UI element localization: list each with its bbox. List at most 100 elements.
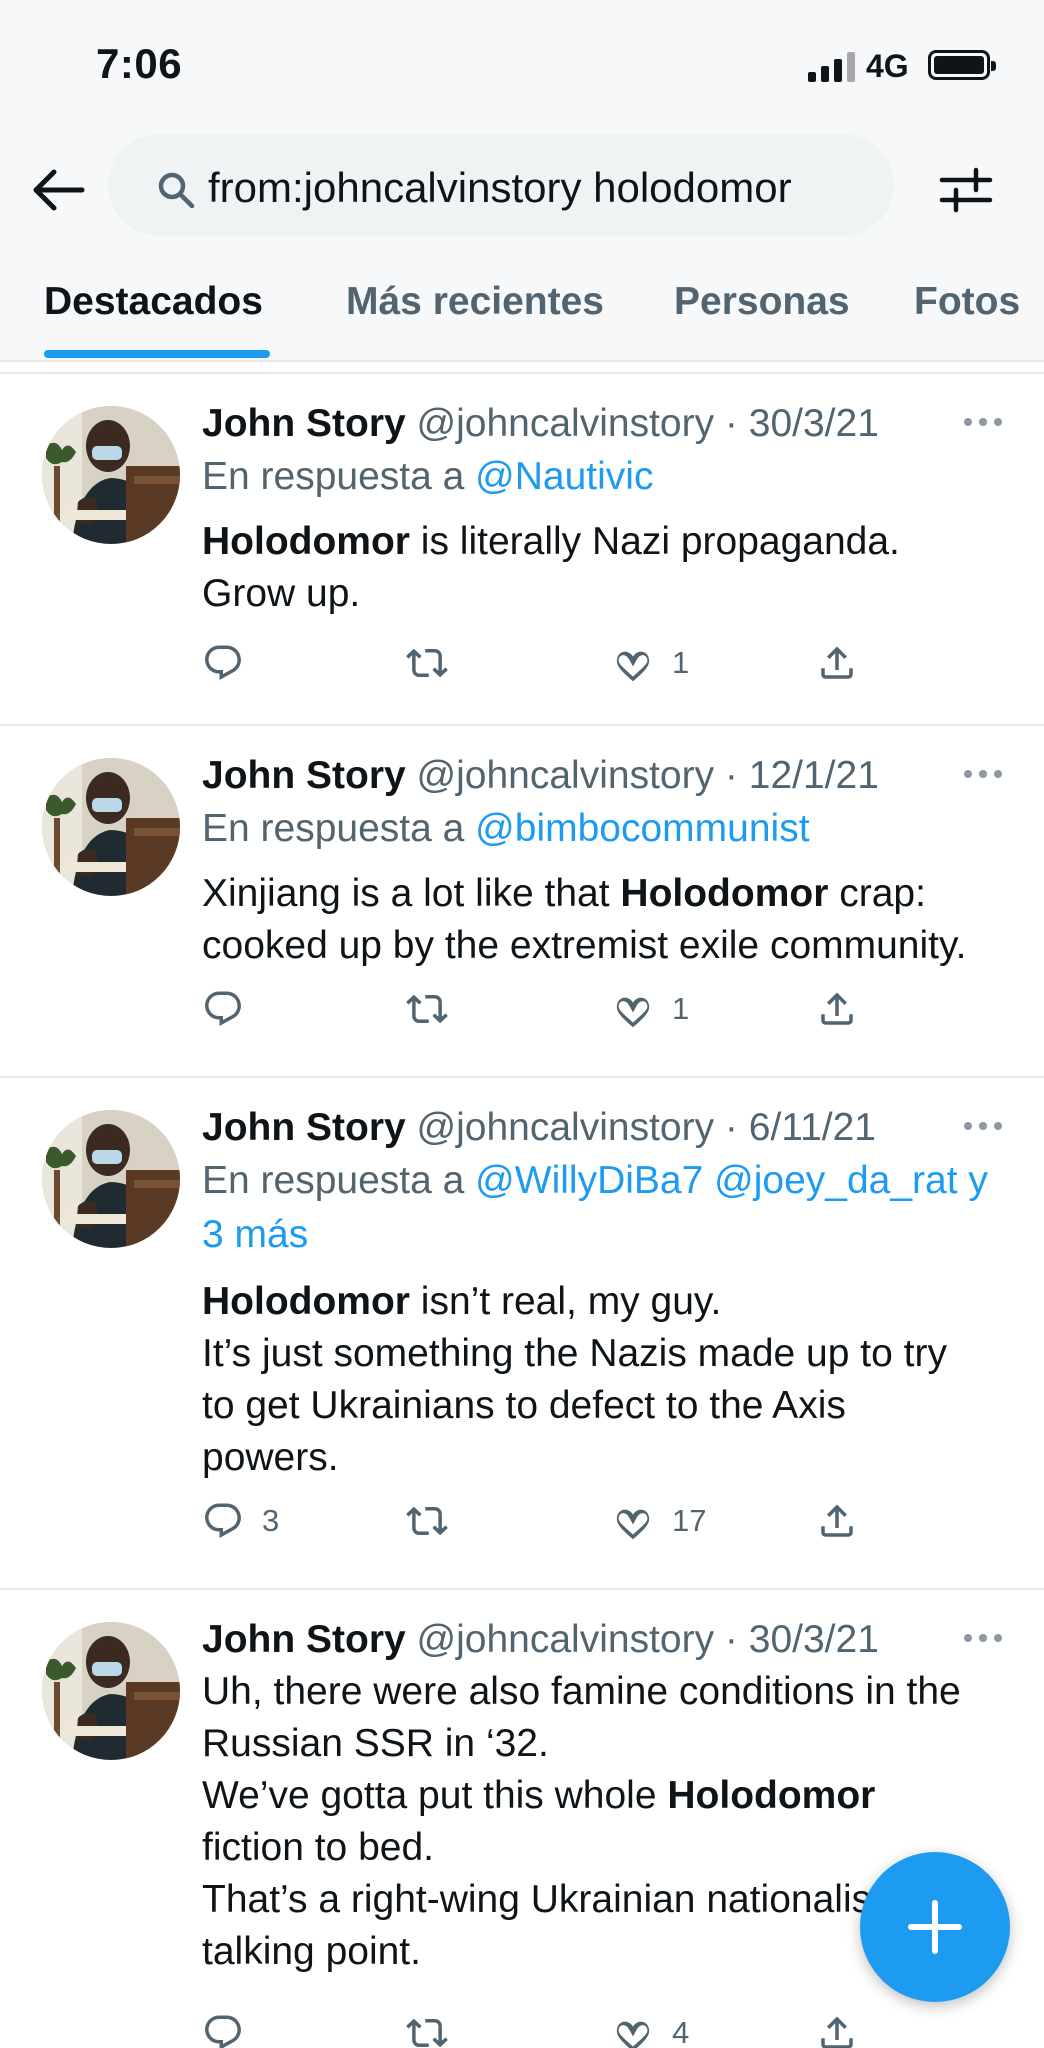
active-tab-indicator bbox=[44, 350, 270, 358]
text-segment: Russian SSR in ‘32. bbox=[202, 1722, 549, 1765]
avatar[interactable] bbox=[42, 1622, 180, 1760]
tab-fotos[interactable]: Fotos bbox=[914, 280, 1020, 324]
tweet[interactable]: John Story @johncalvinstory · 6/11/21 En… bbox=[0, 1078, 1044, 1590]
network-label: 4G bbox=[866, 48, 909, 84]
like-button[interactable]: 17 bbox=[612, 1496, 706, 1546]
tweet-date[interactable]: 30/3/21 bbox=[749, 402, 879, 445]
share-button[interactable] bbox=[816, 1496, 858, 1546]
reply-icon bbox=[202, 1500, 244, 1542]
text-segment: crap: bbox=[828, 872, 926, 915]
share-button[interactable] bbox=[816, 638, 858, 688]
tweet-date[interactable]: 30/3/21 bbox=[749, 1618, 879, 1661]
tweet-content: John Story @johncalvinstory · 6/11/21 En… bbox=[202, 1102, 1002, 1484]
separator: · bbox=[724, 754, 738, 797]
tweet-header: John Story @johncalvinstory · 30/3/21 bbox=[202, 398, 1002, 450]
author-handle: @johncalvinstory bbox=[416, 754, 715, 797]
share-icon bbox=[816, 1500, 858, 1542]
tweet-text: Xinjiang is a lot like that Holodomor cr… bbox=[202, 868, 1002, 972]
status-bar: 7:06 4G bbox=[0, 0, 1044, 130]
share-button[interactable] bbox=[816, 2008, 858, 2048]
tweet[interactable]: John Story @johncalvinstory · 12/1/21 En… bbox=[0, 726, 1044, 1078]
retweet-button[interactable] bbox=[406, 984, 466, 1034]
tweet-actions: 1 bbox=[202, 984, 882, 1034]
search-icon bbox=[158, 172, 195, 209]
text-segment: powers. bbox=[202, 1436, 339, 1479]
like-button[interactable]: 4 bbox=[612, 2008, 689, 2048]
tweet-text: Holodomor isn’t real, my guy. It’s just … bbox=[202, 1276, 1002, 1484]
tweet[interactable]: John Story @johncalvinstory · 30/3/21 En… bbox=[0, 374, 1044, 726]
author-name[interactable]: John Story bbox=[202, 1618, 406, 1661]
avatar[interactable] bbox=[42, 406, 180, 544]
reply-mention[interactable]: @WillyDiBa7 @joey_da_rat y bbox=[475, 1159, 988, 1202]
search-input[interactable]: from:johncalvinstory holodomor bbox=[108, 134, 894, 236]
filter-button[interactable] bbox=[936, 160, 996, 220]
tweet-text: Holodomor is literally Nazi propaganda. … bbox=[202, 516, 1002, 620]
share-icon bbox=[816, 2012, 858, 2048]
more-dots-icon[interactable] bbox=[962, 1628, 1004, 1648]
like-button[interactable]: 1 bbox=[612, 984, 689, 1034]
keyword-highlight: Holodomor bbox=[620, 872, 829, 915]
separator: · bbox=[724, 402, 738, 445]
author-name[interactable]: John Story bbox=[202, 754, 406, 797]
signal-bars-icon bbox=[808, 52, 856, 82]
like-count: 1 bbox=[672, 645, 690, 680]
more-dots-icon[interactable] bbox=[962, 1116, 1004, 1136]
reply-prefix: En respuesta a bbox=[202, 807, 476, 850]
avatar[interactable] bbox=[42, 758, 180, 896]
filter-sliders-icon bbox=[939, 167, 993, 213]
retweet-icon bbox=[406, 988, 448, 1030]
compose-button[interactable] bbox=[860, 1852, 1010, 2002]
heart-icon bbox=[612, 1500, 654, 1542]
tweet-content: John Story @johncalvinstory · 12/1/21 En… bbox=[202, 750, 1002, 972]
text-segment: It’s just something the Nazis made up to… bbox=[202, 1332, 947, 1375]
text-segment: is literally Nazi propaganda. bbox=[409, 520, 900, 563]
reply-button[interactable] bbox=[202, 638, 262, 688]
reply-count: 3 bbox=[262, 1503, 280, 1538]
separator: · bbox=[724, 1106, 738, 1149]
heart-icon bbox=[612, 642, 654, 684]
text-segment: to get Ukrainians to defect to the Axis bbox=[202, 1384, 846, 1427]
retweet-button[interactable] bbox=[406, 1496, 466, 1546]
share-icon bbox=[816, 642, 858, 684]
reply-button[interactable] bbox=[202, 984, 262, 1034]
separator: · bbox=[724, 1618, 738, 1661]
tab-mas-recientes[interactable]: Más recientes bbox=[346, 280, 604, 324]
keyword-highlight: Holodomor bbox=[202, 1280, 410, 1323]
text-segment: Grow up. bbox=[202, 572, 361, 615]
tab-personas[interactable]: Personas bbox=[674, 280, 850, 324]
tweet-content: John Story @johncalvinstory · 30/3/21 En… bbox=[202, 398, 1002, 620]
tweet-header: John Story @johncalvinstory · 30/3/21 bbox=[202, 1614, 1002, 1666]
tab-destacados[interactable]: Destacados bbox=[44, 280, 263, 324]
text-segment: talking point. bbox=[202, 1930, 421, 1973]
author-handle: @johncalvinstory bbox=[416, 1106, 715, 1149]
author-handle: @johncalvinstory bbox=[416, 402, 715, 445]
more-dots-icon[interactable] bbox=[962, 764, 1004, 784]
author-name[interactable]: John Story bbox=[202, 1106, 406, 1149]
share-button[interactable] bbox=[816, 984, 858, 1034]
reply-more-link[interactable]: 3 más bbox=[202, 1213, 308, 1256]
avatar[interactable] bbox=[42, 1110, 180, 1248]
more-dots-icon[interactable] bbox=[962, 412, 1004, 432]
text-segment: We’ve gotta put this whole bbox=[202, 1774, 668, 1817]
text-segment: fiction to bed. bbox=[202, 1826, 434, 1869]
like-count: 17 bbox=[672, 1503, 707, 1538]
reply-mention[interactable]: @bimbocommunist bbox=[475, 807, 809, 850]
keyword-highlight: Holodomor bbox=[667, 1774, 876, 1817]
tweet-date[interactable]: 12/1/21 bbox=[749, 754, 879, 797]
author-name[interactable]: John Story bbox=[202, 402, 406, 445]
reply-icon bbox=[202, 2012, 244, 2048]
reply-button[interactable] bbox=[202, 2008, 262, 2048]
retweet-icon bbox=[406, 2012, 448, 2048]
back-button[interactable] bbox=[26, 158, 90, 222]
text-segment: isn’t real, my guy. bbox=[409, 1280, 722, 1323]
reply-button[interactable]: 3 bbox=[202, 1496, 279, 1546]
tweet-date[interactable]: 6/11/21 bbox=[749, 1106, 876, 1149]
retweet-button[interactable] bbox=[406, 2008, 466, 2048]
retweet-button[interactable] bbox=[406, 638, 466, 688]
search-results-feed: John Story @johncalvinstory · 30/3/21 En… bbox=[0, 372, 1044, 2048]
like-button[interactable]: 1 bbox=[612, 638, 689, 688]
tweet-actions: 1 bbox=[202, 638, 882, 688]
reply-prefix: En respuesta a bbox=[202, 1159, 476, 1202]
plus-icon bbox=[908, 1900, 962, 1954]
reply-mention[interactable]: @Nautivic bbox=[475, 455, 653, 498]
